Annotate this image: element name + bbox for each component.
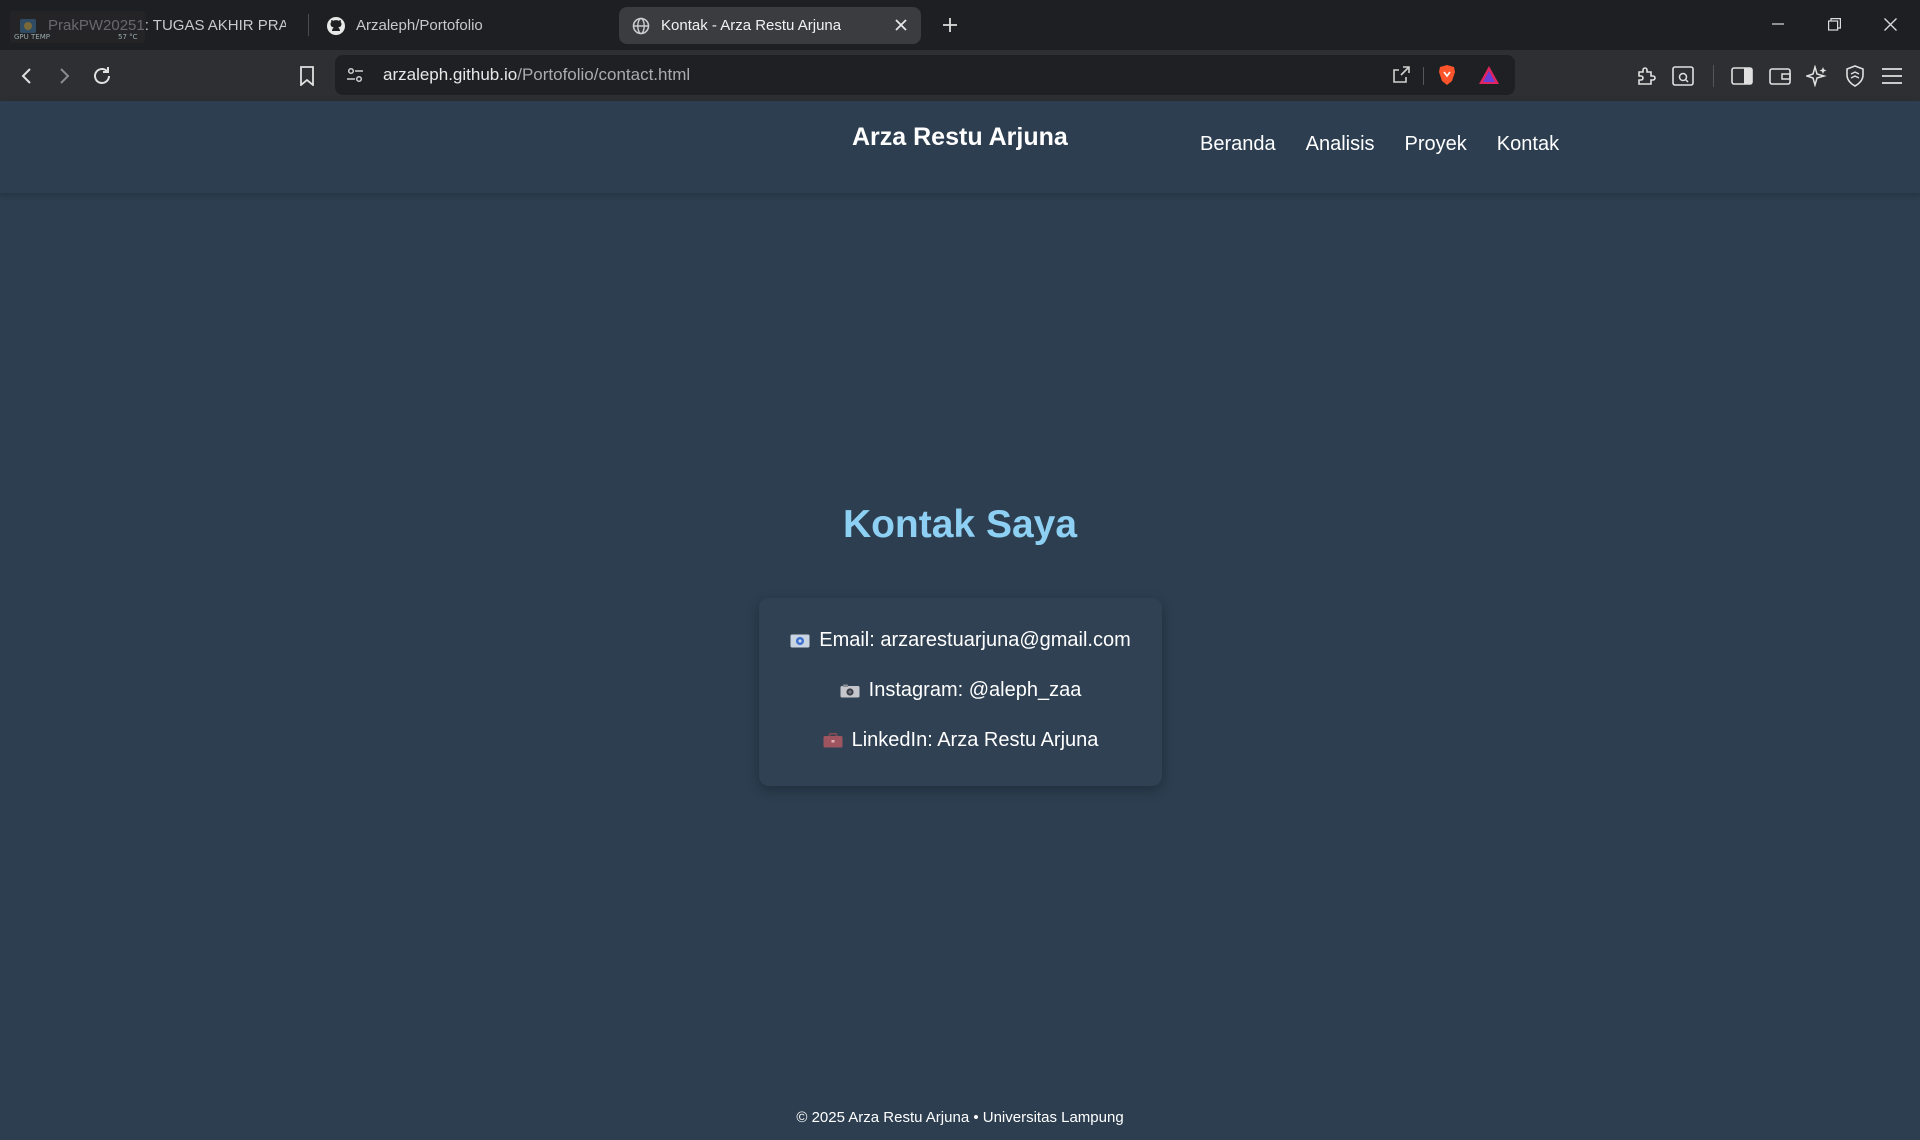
gpu-temp-label: GPU TEMP: [14, 33, 50, 41]
site-nav: Beranda Analisis Proyek Kontak: [1200, 133, 1559, 156]
contact-instagram-text: Instagram: @aleph_zaa: [868, 679, 1082, 701]
tab-github[interactable]: Arzaleph/Portofolio: [314, 7, 614, 44]
gpu-temp-value: 57 °C: [118, 33, 138, 41]
new-tab-button[interactable]: [936, 11, 964, 39]
back-arrow-icon: [21, 68, 31, 84]
camera-icon: [840, 683, 860, 699]
url-path: /Portofolio/contact.html: [517, 65, 691, 84]
reader-mode-button[interactable]: [1668, 61, 1698, 91]
contact-email[interactable]: Email: arzarestuarjuna@gmail.com: [759, 629, 1162, 652]
globe-icon: [631, 16, 651, 36]
contact-email-text: Email: arzarestuarjuna@gmail.com: [819, 629, 1131, 651]
sidebar-icon: [1731, 67, 1753, 85]
contact-instagram[interactable]: Instagram: @aleph_zaa: [759, 679, 1162, 702]
minimize-button[interactable]: [1750, 0, 1806, 48]
nav-link-proyek[interactable]: Proyek: [1405, 133, 1467, 156]
contact-linkedin[interactable]: LinkedIn: Arza Restu Arjuna: [759, 729, 1162, 752]
brave-rewards-icon[interactable]: [1477, 63, 1501, 87]
restore-button[interactable]: [1806, 0, 1862, 48]
site-settings-icon[interactable]: [343, 63, 367, 87]
close-window-button[interactable]: [1862, 0, 1918, 48]
url-host: arzaleph.github.io: [383, 65, 518, 84]
main-menu-button[interactable]: [1877, 61, 1907, 91]
url-text[interactable]: arzaleph.github.io/Portofolio/contact.ht…: [383, 65, 690, 85]
tab-strip: PrakPW20251: TUGAS AKHIR PRAKTIKUM GPU T…: [0, 0, 1920, 50]
sparkle-icon: [1806, 65, 1827, 87]
brave-shields-icon[interactable]: [1435, 63, 1459, 87]
back-button[interactable]: [12, 61, 42, 91]
close-icon: [1883, 17, 1897, 31]
extensions-button[interactable]: [1631, 61, 1661, 91]
email-icon: [790, 633, 810, 649]
shield-icon: [1846, 65, 1864, 87]
tab-kontak[interactable]: Kontak - Arza Restu Arjuna: [619, 7, 921, 44]
address-bar[interactable]: arzaleph.github.io/Portofolio/contact.ht…: [335, 55, 1515, 95]
site-title: Arza Restu Arjuna: [852, 123, 1068, 151]
share-icon[interactable]: [1389, 63, 1413, 87]
wallet-button[interactable]: [1765, 61, 1795, 91]
minimize-icon: [1772, 23, 1784, 25]
close-tab-icon[interactable]: [891, 15, 911, 35]
bookmark-icon: [300, 66, 314, 86]
plus-icon: [943, 18, 957, 32]
bookmark-button[interactable]: [292, 61, 322, 91]
leo-ai-button[interactable]: [1802, 61, 1832, 91]
toolbar-divider: [1713, 65, 1714, 87]
sidebar-toggle-button[interactable]: [1727, 61, 1757, 91]
hamburger-menu-icon: [1882, 68, 1902, 84]
tab-separator: [308, 14, 309, 36]
github-icon: [326, 16, 346, 36]
contact-card: Email: arzarestuarjuna@gmail.com Instagr…: [759, 598, 1162, 786]
reader-mode-icon: [1672, 66, 1694, 86]
site-footer: © 2025 Arza Restu Arjuna • Universitas L…: [796, 1109, 1124, 1126]
forward-arrow-icon: [60, 68, 70, 84]
wallet-icon: [1769, 68, 1791, 85]
reload-button[interactable]: [87, 61, 117, 91]
nav-link-kontak[interactable]: Kontak: [1497, 133, 1559, 156]
nav-link-beranda[interactable]: Beranda: [1200, 133, 1276, 156]
browser-toolbar: arzaleph.github.io/Portofolio/contact.ht…: [0, 50, 1920, 101]
vpn-button[interactable]: [1840, 61, 1870, 91]
contact-linkedin-text: LinkedIn: Arza Restu Arjuna: [851, 729, 1099, 751]
reload-icon: [94, 67, 110, 84]
briefcase-icon: [823, 733, 843, 749]
tab-title: Kontak - Arza Restu Arjuna: [661, 17, 842, 34]
page-title: Kontak Saya: [842, 503, 1078, 546]
omnibox-divider: [1423, 67, 1424, 85]
restore-icon: [1827, 17, 1841, 31]
nav-link-analisis[interactable]: Analisis: [1306, 133, 1375, 156]
tab-title: Arzaleph/Portofolio: [356, 17, 483, 34]
site-header: Arza Restu Arjuna Beranda Analisis Proye…: [0, 101, 1920, 193]
puzzle-icon: [1638, 67, 1656, 85]
forward-button[interactable]: [49, 61, 79, 91]
gpu-temp-overlay: GPU TEMP 57 °C: [10, 11, 145, 43]
